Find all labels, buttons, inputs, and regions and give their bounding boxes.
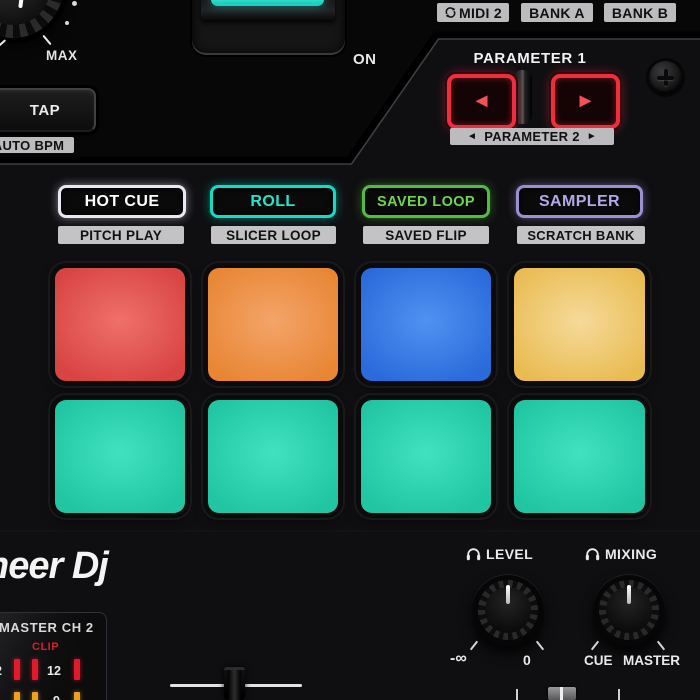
saved-flip-label: SAVED FLIP [363,226,489,244]
performance-pad-7[interactable] [361,400,491,513]
sampler-mode-button[interactable]: SAMPLER [516,185,643,218]
ch2-led-orange [74,692,80,700]
level-min-label: -∞ [450,650,467,668]
channel-fader-slot[interactable] [224,667,245,700]
performance-pad-2[interactable] [208,268,338,381]
fx-lever-led [211,0,324,6]
performance-pad-6[interactable] [208,400,338,513]
parameter-right-button[interactable]: ► [551,74,620,129]
headphones-mixing-label: MIXING [585,546,657,562]
saved-loop-mode-button[interactable]: SAVED LOOP [362,185,490,218]
on-label: ON [353,51,377,68]
meter-scale-left-partial: 12 [0,664,2,678]
midi-loop-icon [444,6,457,19]
hot-cue-mode-button[interactable]: HOT CUE [58,185,186,218]
mixing-cue-label: CUE [584,653,613,668]
roll-mode-button[interactable]: ROLL [210,185,336,218]
tap-label: TAP [30,102,60,119]
headphones-level-knob[interactable] [472,574,544,646]
meter-scale-12: 12 [47,664,61,678]
master-r-led-red [32,659,38,680]
master-r-led-orange [32,692,38,700]
meter-scale-9: 9 [53,694,60,700]
bank-b-label: BANK B [604,3,676,22]
pioneer-dj-logo: neer Dj [0,545,108,588]
headphones-mixing-knob[interactable] [593,574,665,646]
midi-button-label: MIDI 2 [437,3,509,22]
level-zero-label: 0 [523,652,531,668]
ch2-led-red [74,659,80,680]
performance-pad-8[interactable] [514,400,645,513]
left-arrow-icon: ◄ [472,90,492,113]
clip-label: CLIP [32,641,59,653]
right-arrow-icon: ► [576,90,596,113]
level-meter-panel: MASTER CH 2 CLIP 12 12 9 [0,612,107,700]
pitch-play-label: PITCH PLAY [58,226,184,244]
knob-pointer [627,585,631,604]
saved-loop-label: SAVED LOOP [377,194,475,210]
roll-label: ROLL [250,193,295,211]
hot-cue-label: HOT CUE [85,193,160,211]
headphones-icon [466,547,481,561]
level-depth-knob-cap [0,0,50,25]
parameter-2-label: ◄ PARAMETER 2 ► [450,128,614,145]
master-l-led-orange [14,692,20,700]
headphones-icon [585,547,600,561]
scratch-bank-label: SCRATCH BANK [517,226,645,244]
parameter-left-button[interactable]: ◄ [447,74,516,129]
headphones-level-label: LEVEL [466,546,533,562]
knob-tick-dot [72,1,77,6]
left-arrow-icon: ◄ [467,131,477,142]
sampler-label: SAMPLER [539,193,620,211]
performance-pad-1[interactable] [55,268,185,381]
knob-pointer [506,585,510,604]
master-l-led-red [14,659,20,680]
max-label: MAX [46,48,78,63]
bank-a-label: BANK A [521,3,593,22]
mixing-master-label: MASTER [623,653,680,668]
performance-pad-4[interactable] [514,268,645,381]
mini-fader-tick [516,689,518,700]
mixer-pad-section: MAX ON TAP AUTO BPM MIDI 2 BANK A BANK B… [0,0,700,700]
mini-fader-tick [618,689,620,700]
channel-fader-cap [228,670,241,700]
fx-lever-cap[interactable] [201,0,335,20]
performance-pad-3[interactable] [361,268,491,381]
tap-button[interactable]: TAP [0,88,96,132]
slicer-loop-label: SLICER LOOP [211,226,336,244]
mini-fader-cap[interactable] [548,687,576,700]
knob-tick-dot [65,21,69,25]
meter-header: MASTER CH 2 [0,620,94,635]
right-arrow-icon: ► [587,131,597,142]
parameter-1-title: PARAMETER 1 [455,50,605,67]
performance-pad-5[interactable] [55,400,185,513]
auto-bpm-label: AUTO BPM [0,137,74,153]
fx-lever-well [192,0,345,55]
panel-screw [649,61,682,94]
